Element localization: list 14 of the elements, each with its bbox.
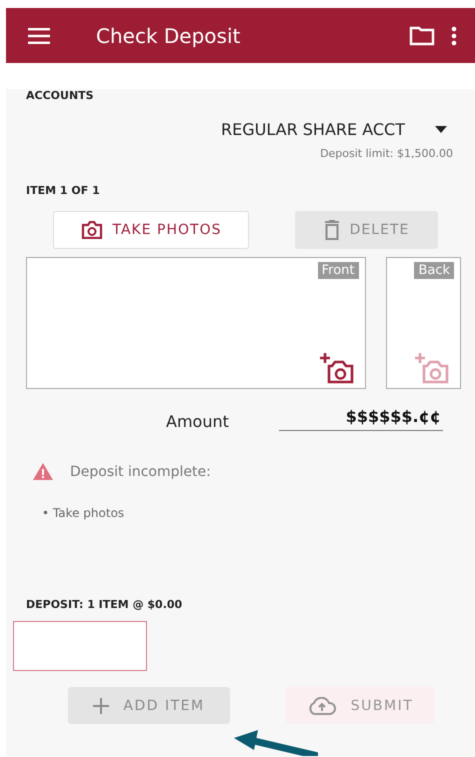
photo-side-label: Back	[414, 262, 454, 279]
warning-text: Deposit incomplete:	[70, 464, 211, 480]
photo-slot[interactable]: Front	[26, 257, 366, 389]
take-photos-button[interactable]: TAKE PHOTOS	[53, 211, 249, 249]
photo-side-label: Front	[318, 262, 359, 279]
deposit-summary: DEPOSIT: 1 ITEM @ $0.00	[26, 598, 184, 611]
amount-field[interactable]: $$$$$$.¢¢	[278, 407, 443, 431]
app-title: Check Deposit	[96, 24, 242, 48]
deposit-limit: Deposit limit: $1,500.00	[319, 147, 454, 160]
bullet-item: • Take photos	[42, 506, 126, 520]
section-heading: ITEM 1 OF 1	[26, 184, 101, 197]
account-dropdown[interactable]: REGULAR SHARE ACCT	[26, 120, 461, 139]
amount-label: Amount	[166, 412, 229, 431]
section-heading: ACCOUNTS	[26, 89, 95, 102]
